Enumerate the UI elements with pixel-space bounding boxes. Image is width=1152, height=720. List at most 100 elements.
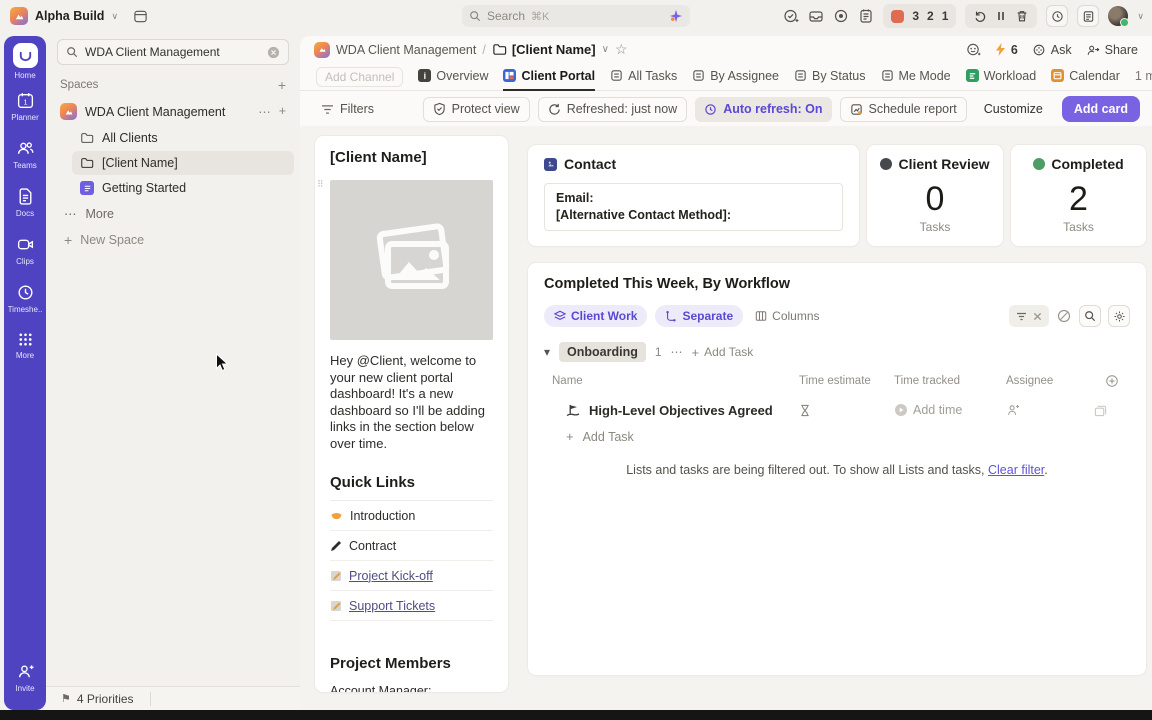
space-add-icon[interactable]: + (279, 104, 286, 119)
favorite-star-icon[interactable]: ☆ (615, 41, 628, 58)
breadcrumb-space[interactable]: WDA Client Management (336, 43, 476, 57)
add-card-button[interactable]: Add card (1062, 96, 1140, 122)
global-search-input[interactable]: Search ⌘K (462, 5, 690, 27)
timesheet-icon (16, 283, 35, 302)
image-placeholder[interactable] (330, 180, 493, 340)
task-name[interactable]: High-Level Objectives Agreed (589, 403, 773, 418)
quick-link-support-tickets[interactable]: Support Tickets (330, 591, 493, 621)
ai-sparkle-icon[interactable] (669, 9, 683, 23)
priorities-tray[interactable]: ⚑ 4 Priorities (46, 686, 300, 710)
add-reaction-icon[interactable] (966, 42, 981, 57)
tab-workload[interactable]: Workload (966, 63, 1037, 91)
window-icon[interactable] (133, 9, 148, 24)
breadcrumb-chevron-icon[interactable]: ∨ (602, 44, 609, 55)
column-assignee[interactable]: Assignee (1006, 375, 1094, 387)
boost-button[interactable]: 6 (995, 43, 1018, 57)
clear-search-icon[interactable] (267, 46, 280, 59)
column-name[interactable]: Name (544, 375, 799, 387)
clear-filter-link[interactable]: Clear filter (988, 463, 1044, 477)
assign-person-icon[interactable] (1006, 403, 1020, 417)
schedule-report-button[interactable]: Schedule report (840, 97, 967, 122)
group-by-pill[interactable]: Client Work (544, 305, 647, 327)
tab-by-assignee[interactable]: By Assignee (692, 63, 779, 91)
filters-button[interactable]: Filters (312, 97, 383, 122)
closed-tasks-icon[interactable] (1056, 308, 1072, 324)
tab-all-tasks[interactable]: All Tasks (610, 63, 677, 91)
trash-icon[interactable] (1015, 9, 1029, 23)
rail-item-clips[interactable]: Clips (4, 235, 46, 283)
clear-filter-x-icon[interactable] (1033, 312, 1042, 321)
quick-link-introduction[interactable]: Introduction (330, 501, 493, 531)
hourglass-icon[interactable] (799, 404, 811, 417)
space-avatar (60, 103, 77, 120)
task-check-icon[interactable] (783, 8, 799, 24)
tab-one-more[interactable]: 1 more... (1135, 63, 1152, 91)
auto-refresh-toggle[interactable]: Auto refresh: On (695, 97, 831, 122)
subgroup-pill[interactable]: Separate (655, 305, 743, 327)
group-add-task-button[interactable]: + Add Task (692, 345, 754, 360)
active-filter-chip[interactable] (1009, 305, 1049, 327)
workspace-chevron-icon[interactable]: ∨ (111, 11, 118, 22)
record-icon[interactable] (833, 8, 849, 24)
sidebar-more-button[interactable]: ⋯ More (56, 201, 294, 226)
tab-overview[interactable]: i Overview (418, 63, 488, 91)
user-avatar[interactable] (1108, 6, 1128, 26)
column-time-estimate[interactable]: Time estimate (799, 375, 894, 387)
space-options-icon[interactable]: ⋯ (258, 104, 271, 119)
undo-icon[interactable] (973, 9, 987, 23)
tab-by-status[interactable]: By Status (794, 63, 866, 91)
task-row[interactable]: High-Level Objectives Agreed Add time (544, 397, 1130, 423)
sidebar-space-wda[interactable]: WDA Client Management ⋯ + (52, 98, 294, 125)
rail-item-invite[interactable]: Invite (4, 662, 46, 710)
task-action-icon[interactable] (1094, 404, 1107, 417)
rail-item-home[interactable]: Home (4, 43, 46, 91)
columns-pill[interactable]: Columns (751, 305, 823, 327)
contact-fields[interactable]: Email: [Alternative Contact Method]: (544, 183, 843, 231)
clock-history-icon[interactable] (1046, 5, 1068, 27)
rail-item-docs[interactable]: Docs (4, 187, 46, 235)
add-column-icon[interactable] (1094, 374, 1130, 388)
refreshed-button[interactable]: Refreshed: just now (538, 97, 687, 122)
quick-link-project-kickoff[interactable]: Project Kick-off (330, 561, 493, 591)
stat-value[interactable]: 2 (1011, 179, 1146, 219)
add-task-row[interactable]: + Add Task (544, 429, 1130, 444)
notepad-icon[interactable] (858, 8, 874, 24)
inbox-icon[interactable] (808, 8, 824, 24)
space-avatar[interactable] (314, 42, 330, 58)
notes-icon[interactable] (1077, 5, 1099, 27)
rail-item-planner[interactable]: 1 Planner (4, 91, 46, 139)
group-options-icon[interactable]: ⋯ (671, 345, 683, 359)
column-time-tracked[interactable]: Time tracked (894, 375, 1006, 387)
group-collapse-caret[interactable]: ▾ (544, 345, 550, 359)
share-button[interactable]: Share (1086, 43, 1138, 57)
group-status-badge[interactable]: Onboarding (559, 342, 646, 362)
tab-client-portal[interactable]: Client Portal (503, 63, 595, 91)
account-chevron-icon[interactable]: ∨ (1137, 11, 1144, 22)
sidebar-item-getting-started[interactable]: Getting Started (72, 176, 294, 200)
tab-calendar[interactable]: Calendar (1051, 63, 1120, 91)
sidebar-search-input[interactable]: WDA Client Management (57, 39, 289, 65)
tab-add-channel[interactable]: Add Channel (316, 67, 403, 87)
tab-me-mode[interactable]: Me Mode (881, 63, 951, 91)
add-space-icon[interactable]: + (278, 77, 286, 93)
drag-handle[interactable]: ⠿ (317, 182, 323, 187)
rail-item-teams[interactable]: Teams (4, 139, 46, 187)
add-time-button[interactable]: Add time (894, 403, 1006, 417)
pomodoro-timer-group[interactable]: 3 2 1 (883, 4, 956, 28)
search-tasks-button[interactable] (1079, 305, 1101, 327)
view-settings-button[interactable] (1108, 305, 1130, 327)
protect-view-button[interactable]: Protect view (423, 97, 530, 122)
stat-value[interactable]: 0 (867, 179, 1003, 219)
sidebar-item-client-name[interactable]: [Client Name] (72, 151, 294, 175)
rail-item-more[interactable]: More (4, 331, 46, 379)
workspace-avatar[interactable] (10, 7, 28, 25)
breadcrumb-current[interactable]: [Client Name] (492, 42, 596, 57)
sidebar-new-space-button[interactable]: + New Space (56, 227, 294, 253)
pause-icon[interactable] (995, 10, 1007, 22)
rail-item-timesheet[interactable]: Timeshe.. (4, 283, 46, 331)
sidebar-item-all-clients[interactable]: All Clients (72, 126, 294, 150)
workspace-name[interactable]: Alpha Build (35, 9, 104, 23)
quick-link-contract[interactable]: Contract (330, 531, 493, 561)
ask-button[interactable]: Ask (1032, 43, 1072, 57)
customize-button[interactable]: Customize (975, 97, 1052, 122)
